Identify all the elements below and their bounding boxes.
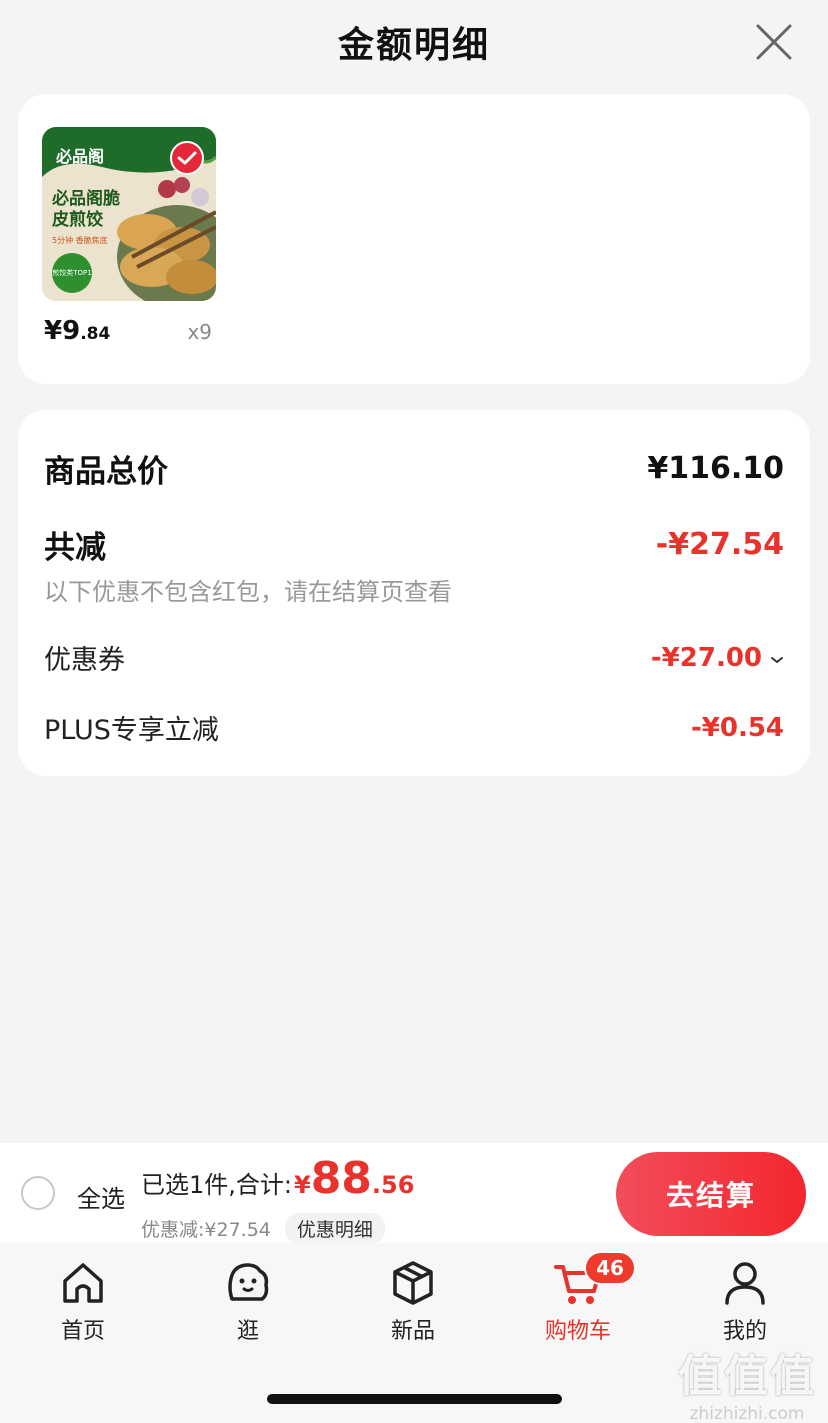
product-quantity: x9 (187, 320, 212, 344)
product-thumbnail[interactable]: 必品阁 必品阁脆皮煎饺 5分钟 香脆焦底 煎饺类TOP1 (42, 127, 216, 301)
selected-check-icon (170, 141, 204, 175)
product-price-row: ¥9.84 x9 (44, 316, 224, 350)
total-reduction-value: -¥27.54 (655, 527, 784, 562)
selection-summary: 已选1件,合计: ¥ 88 .56 (141, 1153, 414, 1204)
selected-count-text: 已选1件,合计: (141, 1171, 292, 1199)
user-icon (725, 1262, 765, 1305)
tab-mine[interactable]: 我的 (685, 1257, 805, 1345)
browse-face-icon (228, 1263, 269, 1301)
tab-new[interactable]: 新品 (353, 1257, 473, 1345)
tab-browse[interactable]: 逛 (188, 1257, 308, 1345)
price-summary-card: 商品总价 ¥116.10 共减 -¥27.54 以下优惠不包含红包，请在结算页查… (18, 410, 810, 776)
watermark: 值值值 zhizhizhi.com (674, 1340, 820, 1423)
plus-discount-label: PLUS专享立减 (44, 715, 219, 746)
total-price-row: 商品总价 ¥116.10 (44, 446, 784, 491)
checkout-bar: 全选 已选1件,合计: ¥ 88 .56 优惠减:¥27.54 优惠明细 去结算 (0, 1143, 828, 1244)
discount-text: 优惠减:¥27.54 (141, 1219, 271, 1241)
coupon-row[interactable]: 优惠券 -¥27.00 (44, 638, 784, 677)
total-reduction-row: 共减 -¥27.54 (44, 522, 784, 567)
checkout-button[interactable]: 去结算 (616, 1152, 806, 1236)
total-amount-dec: .56 (371, 1171, 415, 1199)
total-price-value: ¥116.10 (647, 451, 784, 486)
plus-discount-row: PLUS专享立减 -¥0.54 (44, 708, 784, 747)
select-all-radio[interactable] (21, 1176, 55, 1210)
chevron-down-icon (771, 656, 783, 663)
product-thumb-subtitle: 5分钟 香脆焦底 (52, 236, 108, 245)
total-currency: ¥ (293, 1171, 311, 1199)
close-icon[interactable] (754, 22, 794, 62)
reduction-note: 以下优惠不包含红包，请在结算页查看 (44, 578, 452, 606)
discount-line: 优惠减:¥27.54 优惠明细 (141, 1213, 385, 1244)
product-card: 必品阁 必品阁脆皮煎饺 5分钟 香脆焦底 煎饺类TOP1 ¥9.84 x9 (18, 94, 810, 384)
product-brand-logo: 必品阁 (56, 147, 105, 166)
watermark-url: zhizhizhi.com (689, 1404, 805, 1423)
total-price-label: 商品总价 (44, 454, 168, 490)
tab-cart[interactable]: 购物车 46 (518, 1251, 638, 1345)
coupon-value[interactable]: -¥27.00 (651, 643, 784, 673)
product-thumb-badge: 煎饺类TOP1 (52, 253, 92, 293)
product-price: ¥9.84 (44, 316, 111, 346)
cart-count-badge: 46 (584, 1251, 636, 1285)
plus-discount-value: -¥0.54 (690, 712, 784, 743)
discount-detail-button[interactable]: 优惠明细 (284, 1213, 385, 1244)
select-all-label[interactable]: 全选 (77, 1179, 125, 1214)
page-title: 金额明细 (337, 25, 490, 66)
home-icon (63, 1263, 103, 1303)
header: 金额明细 (0, 0, 828, 84)
watermark-logo: 值值值 (678, 1351, 816, 1402)
tab-home[interactable]: 首页 (23, 1257, 143, 1345)
total-amount-int: 88 (310, 1153, 372, 1204)
box-icon (393, 1261, 433, 1305)
total-reduction-label: 共减 (44, 530, 106, 566)
coupon-label: 优惠券 (44, 645, 125, 676)
product-thumb-title: 必品阁脆皮煎饺 (52, 189, 120, 230)
home-indicator[interactable] (267, 1394, 562, 1404)
